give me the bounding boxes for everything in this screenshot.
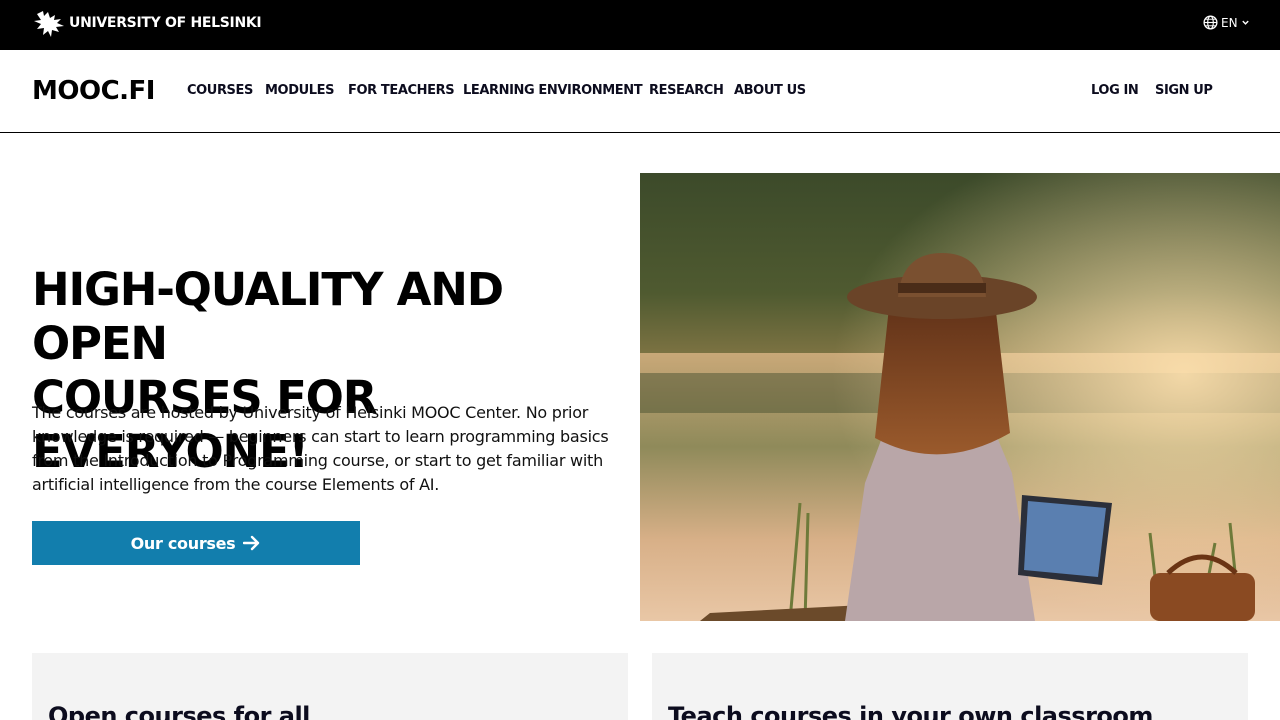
- card-teach-courses-title: Teach courses in your own classroom: [668, 702, 1153, 720]
- language-selector[interactable]: EN: [1203, 15, 1250, 30]
- card-open-courses: Open courses for all: [32, 653, 628, 720]
- mooc-logo[interactable]: MOOC.FI: [32, 77, 155, 105]
- hero-description: The courses are hosted by University of …: [32, 403, 609, 494]
- our-courses-button[interactable]: Our courses: [32, 521, 360, 565]
- login-link[interactable]: LOG IN: [1091, 83, 1139, 98]
- nav-learning-environment[interactable]: LEARNING ENVIRONMENT: [463, 83, 643, 98]
- nav-for-teachers[interactable]: FOR TEACHERS: [348, 83, 455, 98]
- nav-modules[interactable]: MODULES: [265, 83, 334, 98]
- card-teach-courses: Teach courses in your own classroom: [652, 653, 1248, 720]
- university-name[interactable]: UNIVERSITY OF HELSINKI: [69, 15, 262, 31]
- language-label: EN: [1221, 15, 1238, 30]
- helsinki-logo-icon[interactable]: [33, 8, 65, 40]
- signup-link[interactable]: SIGN UP: [1155, 83, 1213, 98]
- globe-icon: [1203, 15, 1218, 30]
- main-navigation: MOOC.FI COURSES MODULES FOR TEACHERS LEA…: [0, 50, 1280, 133]
- university-bar: UNIVERSITY OF HELSINKI EN: [0, 0, 1280, 50]
- nav-courses[interactable]: COURSES: [187, 83, 253, 98]
- cta-label: Our courses: [130, 533, 236, 553]
- hero-image: [640, 173, 1280, 621]
- card-open-courses-title: Open courses for all: [48, 702, 310, 720]
- chevron-down-icon: [1241, 18, 1250, 27]
- hero-title-line-1: HIGH-QUALITY AND OPEN: [32, 263, 504, 370]
- arrow-right-icon: [243, 535, 261, 551]
- nav-about-us[interactable]: ABOUT US: [734, 83, 806, 98]
- nav-research[interactable]: RESEARCH: [649, 83, 724, 98]
